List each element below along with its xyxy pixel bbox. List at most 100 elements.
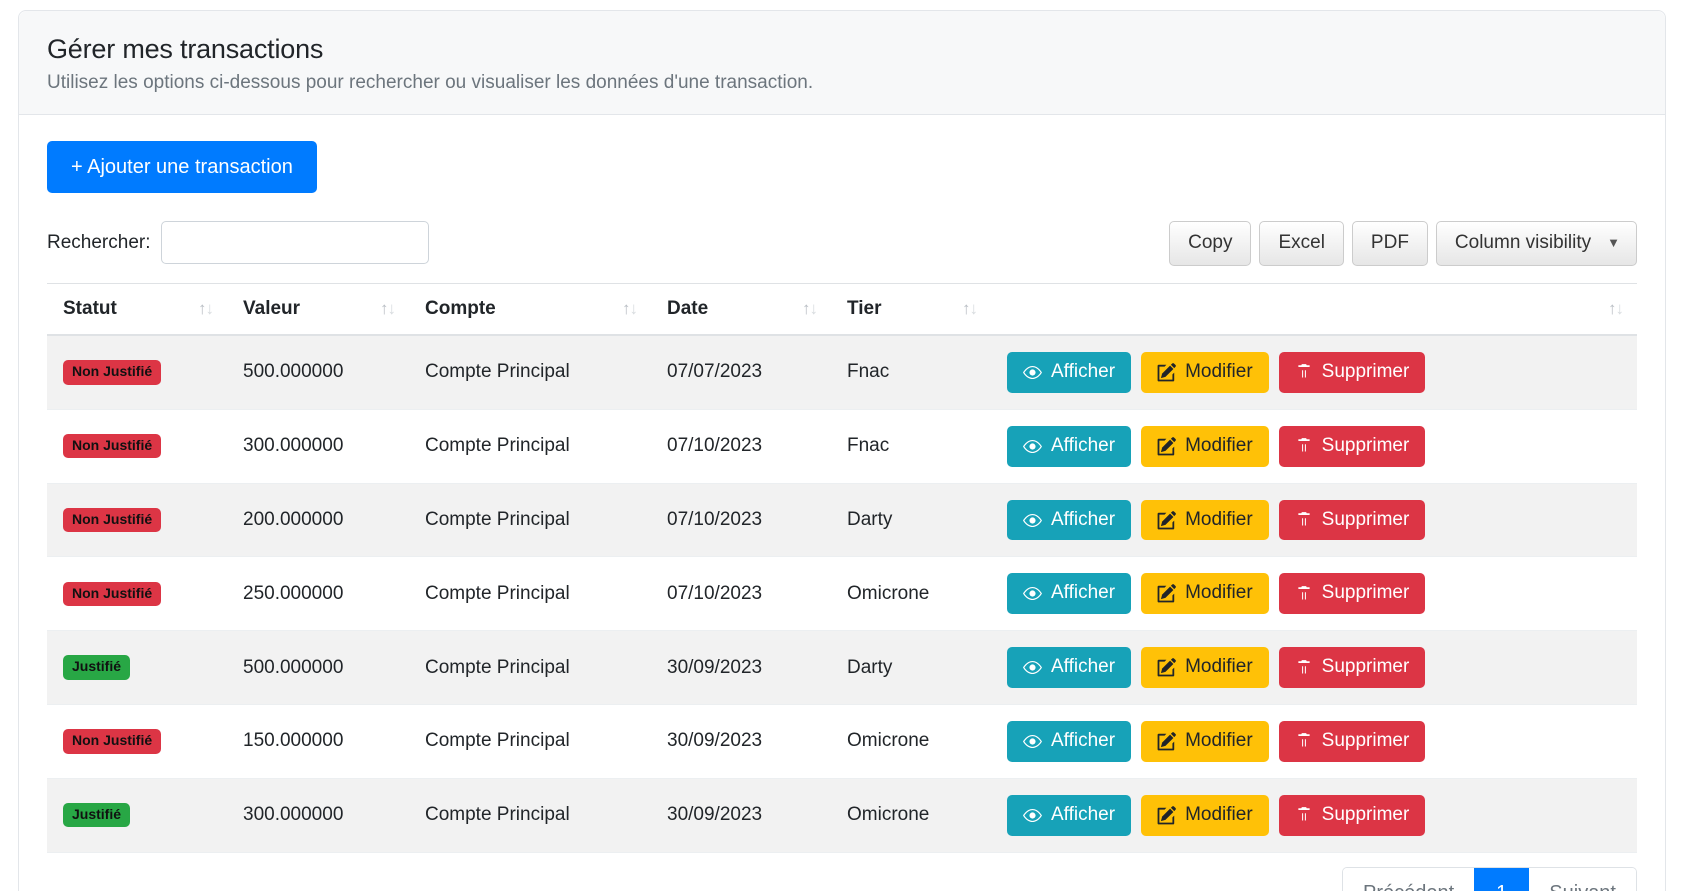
edit-button-label: Modifier bbox=[1185, 730, 1253, 753]
trash-icon bbox=[1295, 511, 1313, 529]
pencil-square-icon bbox=[1157, 806, 1176, 825]
edit-button[interactable]: Modifier bbox=[1141, 426, 1269, 467]
view-button-label: Afficher bbox=[1051, 509, 1115, 532]
cell-date: 07/10/2023 bbox=[651, 409, 831, 483]
edit-button[interactable]: Modifier bbox=[1141, 573, 1269, 614]
table-row: Non Justifié200.000000Compte Principal07… bbox=[47, 483, 1637, 557]
column-header-label: Tier bbox=[847, 298, 882, 320]
status-badge: Justifié bbox=[63, 655, 130, 679]
table-row: Justifié300.000000Compte Principal30/09/… bbox=[47, 778, 1637, 852]
pdf-button[interactable]: PDF bbox=[1352, 221, 1428, 266]
excel-button[interactable]: Excel bbox=[1259, 221, 1343, 266]
edit-button-label: Modifier bbox=[1185, 361, 1253, 384]
pagination-previous[interactable]: Précédent bbox=[1343, 868, 1474, 891]
delete-button-label: Supprimer bbox=[1322, 730, 1410, 753]
view-button[interactable]: Afficher bbox=[1007, 352, 1131, 393]
trash-icon bbox=[1295, 659, 1313, 677]
table-row: Non Justifié250.000000Compte Principal07… bbox=[47, 557, 1637, 631]
cell-actions: Afficher Modifier Supprimer bbox=[991, 778, 1637, 852]
eye-icon bbox=[1023, 511, 1042, 530]
delete-button[interactable]: Supprimer bbox=[1279, 573, 1426, 614]
edit-button-label: Modifier bbox=[1185, 804, 1253, 827]
cell-valeur: 200.000000 bbox=[227, 483, 409, 557]
trash-icon bbox=[1295, 585, 1313, 603]
row-actions: Afficher ModifierSupprimer bbox=[1007, 426, 1623, 467]
column-header-compte[interactable]: Compte ↑↓ bbox=[409, 284, 651, 336]
search-label: Rechercher: bbox=[47, 232, 151, 254]
column-visibility-label: Column visibility bbox=[1455, 232, 1591, 253]
status-badge: Non Justifié bbox=[63, 508, 161, 532]
page-subtitle: Utilisez les options ci-dessous pour rec… bbox=[47, 71, 1637, 96]
pagination-page-1[interactable]: 1 bbox=[1474, 868, 1529, 891]
column-header-actions[interactable]: ↑↓ bbox=[991, 284, 1637, 336]
view-button-label: Afficher bbox=[1051, 804, 1115, 827]
delete-button[interactable]: Supprimer bbox=[1279, 500, 1426, 541]
sort-icon: ↑↓ bbox=[802, 299, 817, 319]
add-transaction-button[interactable]: + Ajouter une transaction bbox=[47, 141, 317, 193]
table-head: Statut ↑↓ Valeur ↑↓ Comp bbox=[47, 284, 1637, 336]
search-input[interactable] bbox=[161, 221, 429, 264]
delete-button[interactable]: Supprimer bbox=[1279, 647, 1426, 688]
delete-button-label: Supprimer bbox=[1322, 361, 1410, 384]
pagination-next[interactable]: Suivant bbox=[1529, 868, 1636, 891]
search-container: Rechercher: bbox=[47, 221, 429, 264]
pagination: Précédent 1 Suivant bbox=[1342, 867, 1637, 891]
column-header-valeur[interactable]: Valeur ↑↓ bbox=[227, 284, 409, 336]
row-actions: Afficher Modifier Supprimer bbox=[1007, 647, 1623, 688]
row-actions: Afficher Modifier Supprimer bbox=[1007, 795, 1623, 836]
view-button-label: Afficher bbox=[1051, 435, 1115, 458]
status-badge: Non Justifié bbox=[63, 360, 161, 384]
column-header-tier[interactable]: Tier ↑↓ bbox=[831, 284, 991, 336]
transactions-card: Gérer mes transactions Utilisez les opti… bbox=[18, 10, 1666, 891]
row-actions: Afficher ModifierSupprimer bbox=[1007, 500, 1623, 541]
delete-button[interactable]: Supprimer bbox=[1279, 795, 1426, 836]
row-actions: Afficher Modifier Supprimer bbox=[1007, 352, 1623, 393]
table-row: Justifié500.000000Compte Principal30/09/… bbox=[47, 631, 1637, 705]
column-visibility-button[interactable]: Column visibility▼ bbox=[1436, 221, 1637, 266]
trash-icon bbox=[1295, 732, 1313, 750]
table-row: Non Justifié150.000000Compte Principal30… bbox=[47, 705, 1637, 779]
sort-icon: ↑↓ bbox=[198, 299, 213, 319]
view-button[interactable]: Afficher bbox=[1007, 795, 1131, 836]
cell-actions: Afficher Modifier Supprimer bbox=[991, 705, 1637, 779]
edit-button[interactable]: Modifier bbox=[1141, 721, 1269, 762]
cell-date: 07/10/2023 bbox=[651, 483, 831, 557]
view-button[interactable]: Afficher bbox=[1007, 573, 1131, 614]
column-header-statut[interactable]: Statut ↑↓ bbox=[47, 284, 227, 336]
cell-valeur: 500.000000 bbox=[227, 631, 409, 705]
delete-button[interactable]: Supprimer bbox=[1279, 352, 1426, 393]
pencil-square-icon bbox=[1157, 363, 1176, 382]
delete-button-label: Supprimer bbox=[1322, 804, 1410, 827]
card-header: Gérer mes transactions Utilisez les opti… bbox=[19, 11, 1665, 115]
trash-icon bbox=[1295, 806, 1313, 824]
cell-date: 07/10/2023 bbox=[651, 557, 831, 631]
cell-tier: Darty bbox=[831, 483, 991, 557]
delete-button-label: Supprimer bbox=[1322, 656, 1410, 679]
column-header-date[interactable]: Date ↑↓ bbox=[651, 284, 831, 336]
trash-icon bbox=[1295, 363, 1313, 381]
pencil-square-icon bbox=[1157, 732, 1176, 751]
view-button[interactable]: Afficher bbox=[1007, 721, 1131, 762]
view-button-label: Afficher bbox=[1051, 656, 1115, 679]
view-button[interactable]: Afficher bbox=[1007, 647, 1131, 688]
table-header-row: Statut ↑↓ Valeur ↑↓ Comp bbox=[47, 284, 1637, 336]
cell-statut: Justifié bbox=[47, 631, 227, 705]
pencil-square-icon bbox=[1157, 437, 1176, 456]
transactions-table: Statut ↑↓ Valeur ↑↓ Comp bbox=[47, 283, 1637, 853]
edit-button[interactable]: Modifier bbox=[1141, 795, 1269, 836]
edit-button[interactable]: Modifier bbox=[1141, 500, 1269, 541]
status-badge: Non Justifié bbox=[63, 582, 161, 606]
view-button-label: Afficher bbox=[1051, 361, 1115, 384]
edit-button[interactable]: Modifier bbox=[1141, 352, 1269, 393]
view-button[interactable]: Afficher bbox=[1007, 500, 1131, 541]
table-toolbar: Rechercher: Copy Excel PDF Column visibi… bbox=[47, 221, 1637, 273]
edit-button[interactable]: Modifier bbox=[1141, 647, 1269, 688]
cell-compte: Compte Principal bbox=[409, 335, 651, 409]
copy-button[interactable]: Copy bbox=[1169, 221, 1251, 266]
view-button[interactable]: Afficher bbox=[1007, 426, 1131, 467]
status-badge: Non Justifié bbox=[63, 729, 161, 753]
delete-button[interactable]: Supprimer bbox=[1279, 721, 1426, 762]
cell-actions: AfficherModifierSupprimer bbox=[991, 557, 1637, 631]
export-buttons: Copy Excel PDF Column visibility▼ bbox=[1169, 221, 1637, 266]
delete-button[interactable]: Supprimer bbox=[1279, 426, 1426, 467]
